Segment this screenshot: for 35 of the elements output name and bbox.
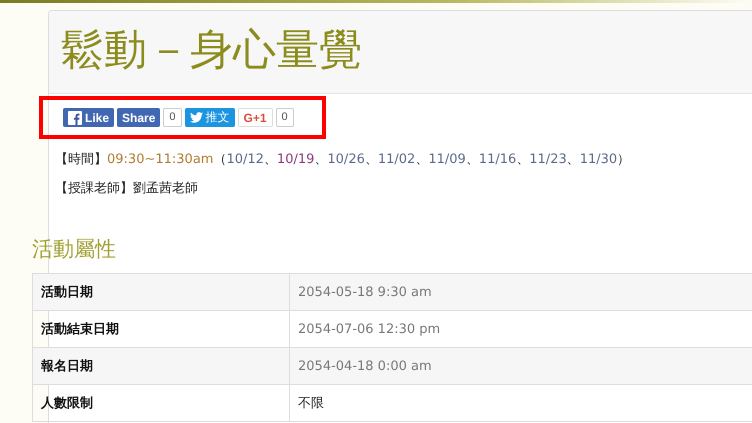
date-text: 10/19	[276, 152, 314, 167]
like-button[interactable]: Like	[63, 108, 114, 127]
separator-text: 、	[415, 152, 428, 167]
date-text: 11/09	[428, 152, 466, 167]
time-range: 09:30~11:30am	[107, 152, 214, 167]
separator-text: 、	[264, 152, 277, 167]
share-count: 0	[163, 108, 182, 127]
facebook-icon	[68, 110, 82, 124]
separator-text: 、	[364, 152, 378, 167]
separator-text: 、	[314, 152, 328, 167]
date-text: 11/23	[529, 152, 567, 167]
date-text: 10/26	[327, 152, 365, 167]
table-cell: 2054-04-18 0:00 am	[290, 348, 752, 384]
teacher-text: 【授課老師】劉孟茜老師	[55, 180, 199, 198]
page-title: 鬆動－身心量覺	[60, 24, 362, 77]
time-label: 【時間】	[55, 152, 107, 167]
date-text: 10/12	[226, 152, 264, 167]
share-button[interactable]: Share	[117, 108, 160, 127]
table-cell: 活動日期	[32, 274, 290, 310]
bracket-text: （	[213, 152, 226, 167]
separator-text: 、	[466, 152, 479, 167]
date-text: 11/02	[378, 152, 416, 167]
table-cell: 人數限制	[32, 384, 290, 422]
date-text: 11/16	[478, 152, 516, 167]
bird-icon	[190, 112, 202, 123]
table-cell: 2054-05-18 9:30 am	[290, 274, 752, 310]
bracket-text: ）	[617, 152, 630, 167]
date-text: 11/30	[580, 152, 618, 167]
table-cell: 報名日期	[32, 348, 290, 384]
gplus-button[interactable]: G+1	[238, 108, 273, 127]
section-title: 活動屬性	[32, 236, 117, 263]
separator-text: 、	[566, 152, 580, 167]
separator-text: 、	[516, 152, 530, 167]
tweet-button[interactable]: 推文	[184, 108, 234, 127]
share-count: 0	[276, 108, 294, 127]
